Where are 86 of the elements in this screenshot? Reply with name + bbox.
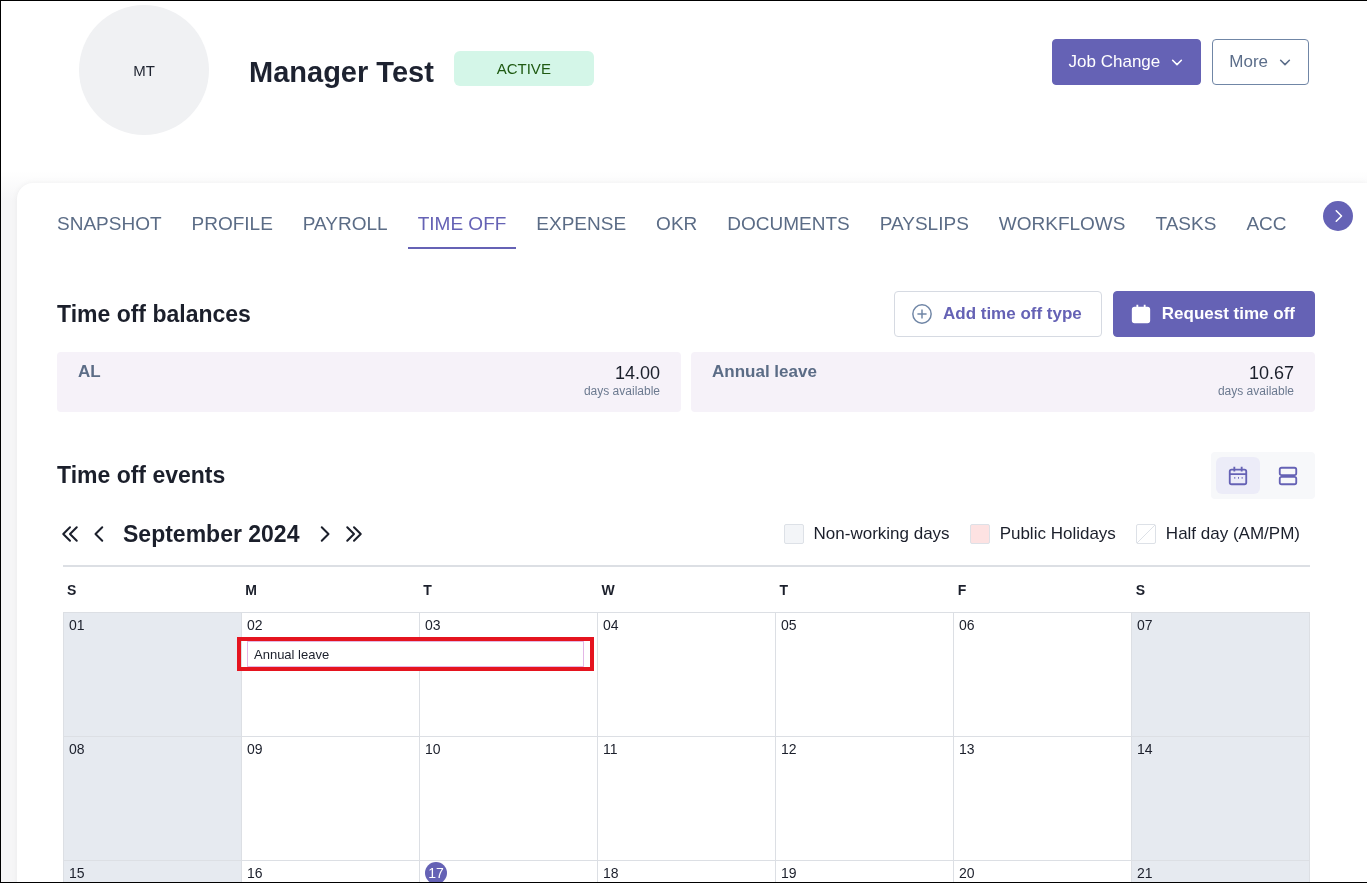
balance-unit: days available: [1217, 384, 1294, 398]
calendar-day-cell[interactable]: 15: [64, 861, 242, 882]
day-number: 19: [781, 865, 797, 881]
tab[interactable]: PAYROLL: [292, 211, 398, 249]
tab[interactable]: WORKFLOWS: [988, 211, 1136, 249]
section-title: Time off events: [57, 462, 226, 489]
add-type-button[interactable]: Add time off type: [893, 291, 1102, 337]
day-number: 16: [247, 865, 263, 881]
month-title: September 2024: [123, 520, 300, 548]
calendar-icon: [1227, 464, 1249, 487]
day-number: 02: [247, 617, 263, 633]
weekday-header: S: [1134, 581, 1147, 598]
day-number: 03: [425, 617, 441, 633]
day-number: 05: [781, 617, 797, 633]
dropdown-button[interactable]: Job Change: [1051, 39, 1202, 85]
calendar-day-cell[interactable]: 04: [598, 613, 776, 737]
employee-name: Manager Test: [249, 55, 434, 89]
legend-swatch: [969, 524, 990, 544]
status-badge: ACTIVE: [453, 50, 594, 86]
calendar-day-cell[interactable]: 13: [954, 737, 1132, 861]
tab[interactable]: DOCUMENTS: [717, 211, 860, 249]
day-number: 12: [781, 741, 797, 757]
weekday-header: M: [244, 581, 258, 598]
balance-amount: 14.00: [614, 362, 660, 384]
tab[interactable]: TASKS: [1145, 211, 1227, 249]
day-number: 13: [959, 741, 975, 757]
day-number: 01: [69, 617, 85, 633]
calendar-day-cell[interactable]: 11: [598, 737, 776, 861]
tab[interactable]: SNAPSHOT: [57, 211, 172, 249]
weekday-header: F: [956, 581, 968, 598]
calendar-day-cell[interactable]: 01: [64, 613, 242, 737]
time-off-event[interactable]: Annual leave: [247, 641, 584, 667]
rows-icon: [1277, 464, 1299, 487]
balance-unit: days available: [583, 384, 660, 398]
calendar-day-cell[interactable]: 12: [776, 737, 954, 861]
view-button[interactable]: [1216, 457, 1260, 494]
calendar-day-cell[interactable]: 21: [1132, 861, 1310, 882]
calendar-day-cell[interactable]: 06: [954, 613, 1132, 737]
calendar-day-cell[interactable]: 08: [64, 737, 242, 861]
weekday-header: T: [778, 581, 790, 598]
day-number: 21: [1137, 865, 1153, 881]
request-button[interactable]: Request time off: [1112, 291, 1315, 337]
day-number: 15: [69, 865, 85, 881]
day-number: 17: [425, 862, 447, 882]
scroll-tabs-button[interactable]: [1323, 201, 1353, 231]
day-number: 14: [1137, 741, 1153, 757]
next-year-button[interactable]: [345, 525, 364, 543]
double-chevron-right-icon: [345, 525, 364, 543]
dropdown-button[interactable]: More: [1212, 39, 1309, 85]
day-number: 18: [603, 865, 619, 881]
day-number: 08: [69, 741, 85, 757]
balance-amount: 10.67: [1248, 362, 1294, 384]
day-number: 07: [1137, 617, 1153, 633]
calendar-day-cell[interactable]: 05: [776, 613, 954, 737]
weekday-header: T: [422, 581, 433, 598]
calendar-icon: [1129, 303, 1152, 325]
leave-type-name: AL: [78, 362, 101, 383]
legend-label: Public Holidays: [999, 524, 1116, 544]
double-chevron-left-icon: [61, 525, 79, 543]
previous-year-button[interactable]: [61, 525, 79, 543]
calendar-day-cell[interactable]: 07: [1132, 613, 1310, 737]
weekday-header: S: [66, 581, 78, 598]
calendar-day-cell[interactable]: 10: [420, 737, 598, 861]
legend-swatch: [1135, 524, 1156, 544]
day-number: 20: [959, 865, 975, 881]
calendar-day-cell[interactable]: 14: [1132, 737, 1310, 861]
day-number: 11: [603, 741, 618, 757]
legend-label: Non-working days: [813, 524, 950, 544]
day-number: 04: [603, 617, 619, 633]
day-number: 06: [959, 617, 975, 633]
calendar-day-cell[interactable]: 09: [242, 737, 420, 861]
tab[interactable]: ACC: [1236, 211, 1297, 249]
day-number: 10: [425, 741, 441, 757]
legend-label: Half day (AM/PM): [1165, 524, 1300, 544]
legend-swatch: [783, 524, 804, 544]
avatar: MT: [79, 5, 209, 135]
tab[interactable]: EXPENSE: [526, 211, 637, 249]
weekday-header: W: [600, 581, 616, 598]
day-number: 09: [247, 741, 263, 757]
section-title: Time off balances: [57, 300, 251, 328]
tab[interactable]: TIME OFF: [407, 211, 517, 249]
tab[interactable]: PROFILE: [181, 211, 283, 249]
leave-type-name: Annual leave: [712, 362, 817, 383]
tab[interactable]: OKR: [646, 211, 708, 249]
tab[interactable]: PAYSLIPS: [869, 211, 979, 249]
plus-circle-icon: [910, 303, 933, 325]
